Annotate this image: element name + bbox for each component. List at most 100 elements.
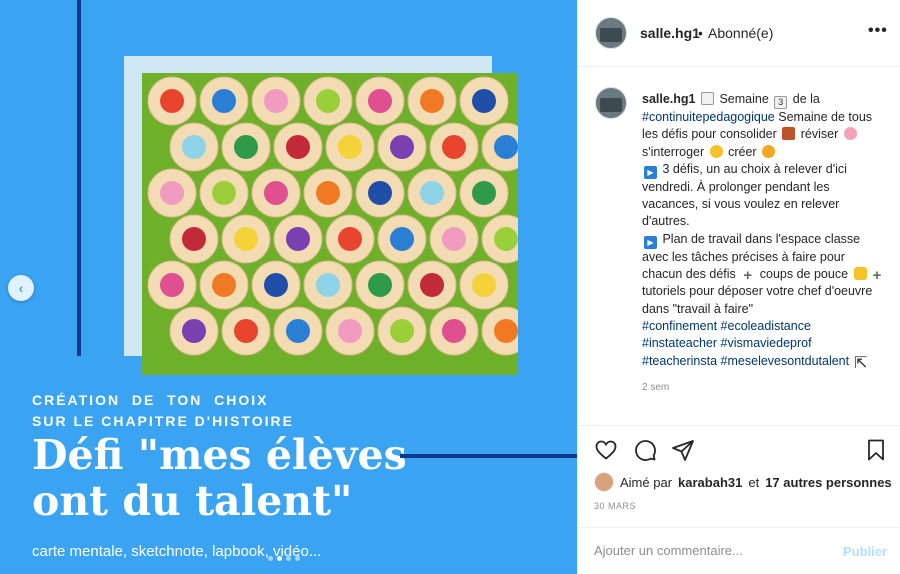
add-comment-bar: Publier (578, 527, 900, 574)
image-title-line-1: Défi "mes élèves (32, 431, 407, 479)
decorative-vertical-bar (77, 0, 81, 356)
liker-username[interactable]: karabah31 (678, 475, 742, 490)
hashtag-link[interactable]: #ecoleadistance (721, 319, 811, 333)
hashtag-link[interactable]: #vismaviedeprof (721, 336, 812, 350)
caption-fragment: s'interroger (642, 144, 708, 159)
carousel-dot-active (277, 556, 282, 561)
pencil-tip (169, 214, 219, 264)
more-options-icon[interactable]: ••• (868, 22, 888, 40)
pencil-tip (325, 306, 375, 356)
pencil-tip (459, 260, 509, 310)
post-sidebar: salle.hg1 • Abonné(e) ••• salle.hg1 Sema… (577, 0, 900, 574)
pencil-tip (377, 214, 427, 264)
pencil-tip (429, 122, 479, 172)
image-title: Défi "mes élèves ont du talent" (32, 432, 407, 524)
decorative-horizontal-bar (400, 454, 577, 458)
colored-pencils-photo (142, 73, 518, 375)
pencil-tip (325, 122, 375, 172)
follow-status[interactable]: Abonné(e) (708, 25, 773, 41)
pencil-tip (221, 122, 271, 172)
pencil-tip (199, 76, 249, 126)
pencil-tip (377, 122, 427, 172)
likes-connector: et (748, 474, 760, 490)
pencil-tip (251, 76, 301, 126)
carousel-dot (295, 556, 300, 561)
avatar[interactable] (595, 87, 627, 119)
hashtag-link[interactable]: #confinement (642, 319, 717, 333)
play-button-emoji-icon: ▶ (644, 235, 657, 249)
header-username[interactable]: salle.hg1 (640, 25, 700, 41)
thumbs-up-emoji-icon (853, 267, 867, 281)
post-image: ‹ CRÉATION DE TON CHOIX SUR LE CHAPITRE … (0, 0, 577, 574)
brain-emoji-icon (843, 127, 857, 141)
likes-prefix: Aimé par (620, 474, 673, 490)
bookmark-icon[interactable] (864, 438, 888, 462)
liker-avatar[interactable] (594, 472, 614, 492)
likes-others-link[interactable]: 17 autres personnes (765, 475, 891, 490)
previous-slide-button[interactable]: ‹ (8, 275, 34, 301)
hashtag-link[interactable]: #continuitepedagogique (642, 110, 775, 124)
caption-fragment: de la (789, 92, 820, 106)
calendar-emoji-icon (700, 92, 714, 105)
pencil-tip (377, 306, 427, 356)
caption-fragment: coups de pouce (756, 267, 852, 282)
likes-summary: Aimé par karabah31 et 17 autres personne… (594, 472, 892, 492)
caption-fragment: 3 défis, un au choix à relever d'ici ven… (642, 161, 847, 229)
comment-username[interactable]: salle.hg1 (642, 92, 696, 106)
pencil-tip (429, 306, 479, 356)
caption-fragment: réviser (797, 127, 842, 142)
caption-line-2: SUR LE CHAPITRE D'HISTOIRE (32, 413, 294, 429)
pencil-tip (147, 168, 197, 218)
comment-time[interactable]: 2 sem (642, 382, 669, 393)
pencil-tip (303, 76, 353, 126)
pencil-tip (407, 76, 457, 126)
heart-icon[interactable] (594, 438, 618, 462)
brick-emoji-icon (782, 127, 796, 141)
pencil-tip (273, 306, 323, 356)
share-icon[interactable] (671, 438, 695, 462)
pencil-tip (169, 122, 219, 172)
pencil-tip (251, 260, 301, 310)
pencil-tip (221, 214, 271, 264)
palette-emoji-icon (762, 144, 776, 158)
carousel-dots (268, 556, 300, 561)
comment-input[interactable] (594, 543, 824, 558)
caption-fragment: tutoriels pour déposer votre chef d'oeuv… (642, 284, 873, 316)
caption-line-1: CRÉATION DE TON CHOIX (32, 392, 269, 408)
carousel-dot (268, 556, 273, 561)
keycap-three-emoji-icon: 3 (774, 96, 788, 109)
plus-emoji-icon: + (872, 267, 882, 285)
pencil-tip (407, 168, 457, 218)
pencil-tip (199, 168, 249, 218)
pencil-tip (251, 168, 301, 218)
carousel-dot (286, 556, 291, 561)
pencil-tip (429, 214, 479, 264)
pencil-tip (273, 214, 323, 264)
post-date[interactable]: 30 MARS (594, 501, 636, 511)
pencil-tip (147, 260, 197, 310)
pencil-tip (221, 306, 271, 356)
pencil-tip (407, 260, 457, 310)
pencil-tip (459, 76, 509, 126)
chevron-left-icon: ‹ (18, 280, 24, 296)
pencil-tip (459, 168, 509, 218)
pencil-tip (303, 260, 353, 310)
header-separator: • (698, 25, 703, 41)
hashtag-link[interactable]: #meselevesontdutalent (721, 354, 850, 368)
hashtag-link[interactable]: #teacherinsta (642, 354, 717, 368)
post-header: salle.hg1 • Abonné(e) ••• (578, 0, 900, 67)
publish-button[interactable]: Publier (843, 544, 887, 559)
comment-icon[interactable] (633, 438, 657, 462)
pencil-tip (169, 306, 219, 356)
caption-fragment: créer (724, 144, 761, 159)
avatar[interactable] (595, 17, 627, 49)
pencil-tip (355, 76, 405, 126)
plus-emoji-icon: + (743, 267, 753, 285)
hashtag-link[interactable]: #instateacher (642, 336, 717, 350)
image-title-line-2: ont du talent" (32, 477, 353, 525)
caption-fragment: Semaine (715, 92, 773, 106)
pencil-tip (303, 168, 353, 218)
pencils-illustration (142, 73, 518, 375)
play-button-emoji-icon: ▶ (644, 165, 657, 179)
pencil-tip (199, 260, 249, 310)
